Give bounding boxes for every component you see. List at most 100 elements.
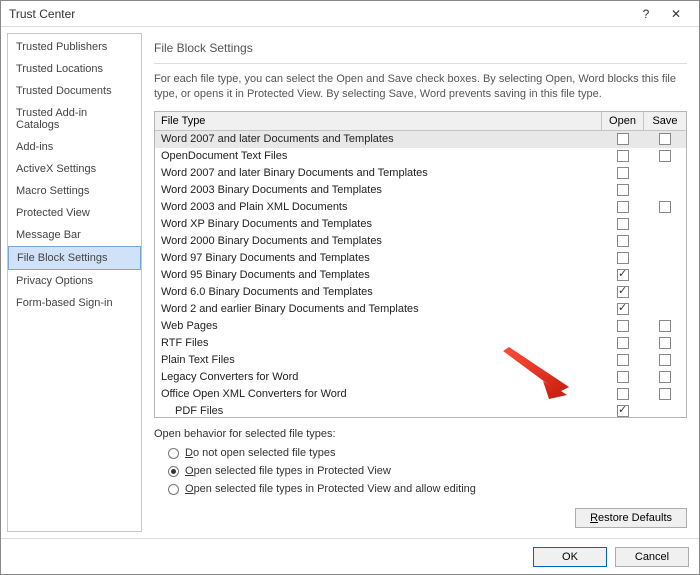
sidebar-item[interactable]: Add-ins — [8, 136, 141, 158]
save-checkbox[interactable] — [659, 133, 671, 145]
sidebar-item[interactable]: Trusted Publishers — [8, 36, 141, 58]
filetype-cell: Office Open XML Converters for Word — [155, 388, 602, 400]
main-panel: File Block Settings For each file type, … — [148, 33, 693, 532]
open-checkbox[interactable] — [617, 388, 629, 400]
open-checkbox[interactable] — [617, 286, 629, 298]
save-checkbox[interactable] — [659, 371, 671, 383]
open-behavior-label: Open behavior for selected file types: — [154, 428, 687, 440]
radio-icon[interactable] — [168, 466, 179, 477]
table-row[interactable]: Word 6.0 Binary Documents and Templates — [155, 284, 686, 301]
close-button[interactable]: ✕ — [661, 4, 691, 24]
open-cell — [602, 371, 644, 383]
sidebar-item[interactable]: Message Bar — [8, 224, 141, 246]
table-row[interactable]: Word 2007 and later Documents and Templa… — [155, 131, 686, 148]
cancel-button[interactable]: Cancel — [615, 547, 689, 567]
table-row[interactable]: Word XP Binary Documents and Templates — [155, 216, 686, 233]
radio-label: Do not open selected file types — [185, 447, 335, 459]
save-checkbox[interactable] — [659, 337, 671, 349]
filetype-cell: RTF Files — [155, 337, 602, 349]
save-checkbox[interactable] — [659, 201, 671, 213]
divider — [154, 63, 687, 64]
table-row[interactable]: Word 2003 and Plain XML Documents — [155, 199, 686, 216]
sidebar-item[interactable]: Protected View — [8, 202, 141, 224]
open-cell — [602, 320, 644, 332]
ok-button[interactable]: OK — [533, 547, 607, 567]
filetype-cell: Legacy Converters for Word — [155, 371, 602, 383]
trust-center-dialog: Trust Center ? ✕ Trusted PublishersTrust… — [0, 0, 700, 575]
open-checkbox[interactable] — [617, 371, 629, 383]
table-row[interactable]: Word 2000 Binary Documents and Templates — [155, 233, 686, 250]
open-checkbox[interactable] — [617, 354, 629, 366]
table-row[interactable]: Legacy Converters for Word — [155, 369, 686, 386]
open-cell — [602, 150, 644, 162]
section-heading: File Block Settings — [154, 37, 687, 63]
save-checkbox[interactable] — [659, 388, 671, 400]
filetype-cell: Word 2 and earlier Binary Documents and … — [155, 303, 602, 315]
panel-footer: Restore Defaults — [154, 508, 687, 528]
table-row[interactable]: Office Open XML Converters for Word — [155, 386, 686, 403]
table-row[interactable]: Word 97 Binary Documents and Templates — [155, 250, 686, 267]
sidebar-item[interactable]: Form-based Sign-in — [8, 292, 141, 314]
col-filetype[interactable]: File Type — [155, 112, 602, 130]
filetype-cell: Word 6.0 Binary Documents and Templates — [155, 286, 602, 298]
open-cell — [602, 235, 644, 247]
save-cell — [644, 354, 686, 366]
open-cell — [602, 167, 644, 179]
filetype-cell: Web Pages — [155, 320, 602, 332]
open-checkbox[interactable] — [617, 320, 629, 332]
filetype-cell: Plain Text Files — [155, 354, 602, 366]
open-checkbox[interactable] — [617, 150, 629, 162]
filetype-cell: Word 2007 and later Documents and Templa… — [155, 133, 602, 145]
table-row[interactable]: Word 2003 Binary Documents and Templates — [155, 182, 686, 199]
save-cell — [644, 320, 686, 332]
save-cell — [644, 201, 686, 213]
sidebar-item[interactable]: ActiveX Settings — [8, 158, 141, 180]
open-cell — [602, 133, 644, 145]
radio-option[interactable]: Do not open selected file types — [154, 444, 687, 462]
open-checkbox[interactable] — [617, 218, 629, 230]
table-row[interactable]: PDF Files — [155, 403, 686, 417]
table-row[interactable]: RTF Files — [155, 335, 686, 352]
sidebar-item[interactable]: Privacy Options — [8, 270, 141, 292]
open-checkbox[interactable] — [617, 269, 629, 281]
table-row[interactable]: Word 95 Binary Documents and Templates — [155, 267, 686, 284]
help-button[interactable]: ? — [631, 4, 661, 24]
table-row[interactable]: Word 2007 and later Binary Documents and… — [155, 165, 686, 182]
radio-icon[interactable] — [168, 448, 179, 459]
save-checkbox[interactable] — [659, 320, 671, 332]
sidebar-item[interactable]: File Block Settings — [8, 246, 141, 270]
radio-icon[interactable] — [168, 484, 179, 495]
open-checkbox[interactable] — [617, 133, 629, 145]
open-checkbox[interactable] — [617, 303, 629, 315]
open-cell — [602, 252, 644, 264]
open-checkbox[interactable] — [617, 337, 629, 349]
sidebar-item[interactable]: Macro Settings — [8, 180, 141, 202]
open-checkbox[interactable] — [617, 184, 629, 196]
radio-option[interactable]: Open selected file types in Protected Vi… — [154, 462, 687, 480]
save-checkbox[interactable] — [659, 354, 671, 366]
open-cell — [602, 337, 644, 349]
open-checkbox[interactable] — [617, 201, 629, 213]
open-cell — [602, 286, 644, 298]
table-row[interactable]: Word 2 and earlier Binary Documents and … — [155, 301, 686, 318]
save-checkbox[interactable] — [659, 150, 671, 162]
col-save[interactable]: Save — [644, 112, 686, 130]
filetype-cell: OpenDocument Text Files — [155, 150, 602, 162]
sidebar-item[interactable]: Trusted Documents — [8, 80, 141, 102]
open-checkbox[interactable] — [617, 235, 629, 247]
sidebar-item[interactable]: Trusted Add-in Catalogs — [8, 102, 141, 136]
restore-defaults-button[interactable]: Restore Defaults — [575, 508, 687, 528]
open-checkbox[interactable] — [617, 252, 629, 264]
sidebar-item[interactable]: Trusted Locations — [8, 58, 141, 80]
save-cell — [644, 150, 686, 162]
col-open[interactable]: Open — [602, 112, 644, 130]
table-row[interactable]: Plain Text Files — [155, 352, 686, 369]
table-row[interactable]: OpenDocument Text Files — [155, 148, 686, 165]
table-body[interactable]: Word 2007 and later Documents and Templa… — [155, 131, 686, 417]
open-checkbox[interactable] — [617, 167, 629, 179]
open-checkbox[interactable] — [617, 405, 629, 417]
table-header: File Type Open Save — [155, 112, 686, 131]
table-row[interactable]: Web Pages — [155, 318, 686, 335]
radio-option[interactable]: Open selected file types in Protected Vi… — [154, 480, 687, 498]
window-title: Trust Center — [9, 7, 631, 21]
